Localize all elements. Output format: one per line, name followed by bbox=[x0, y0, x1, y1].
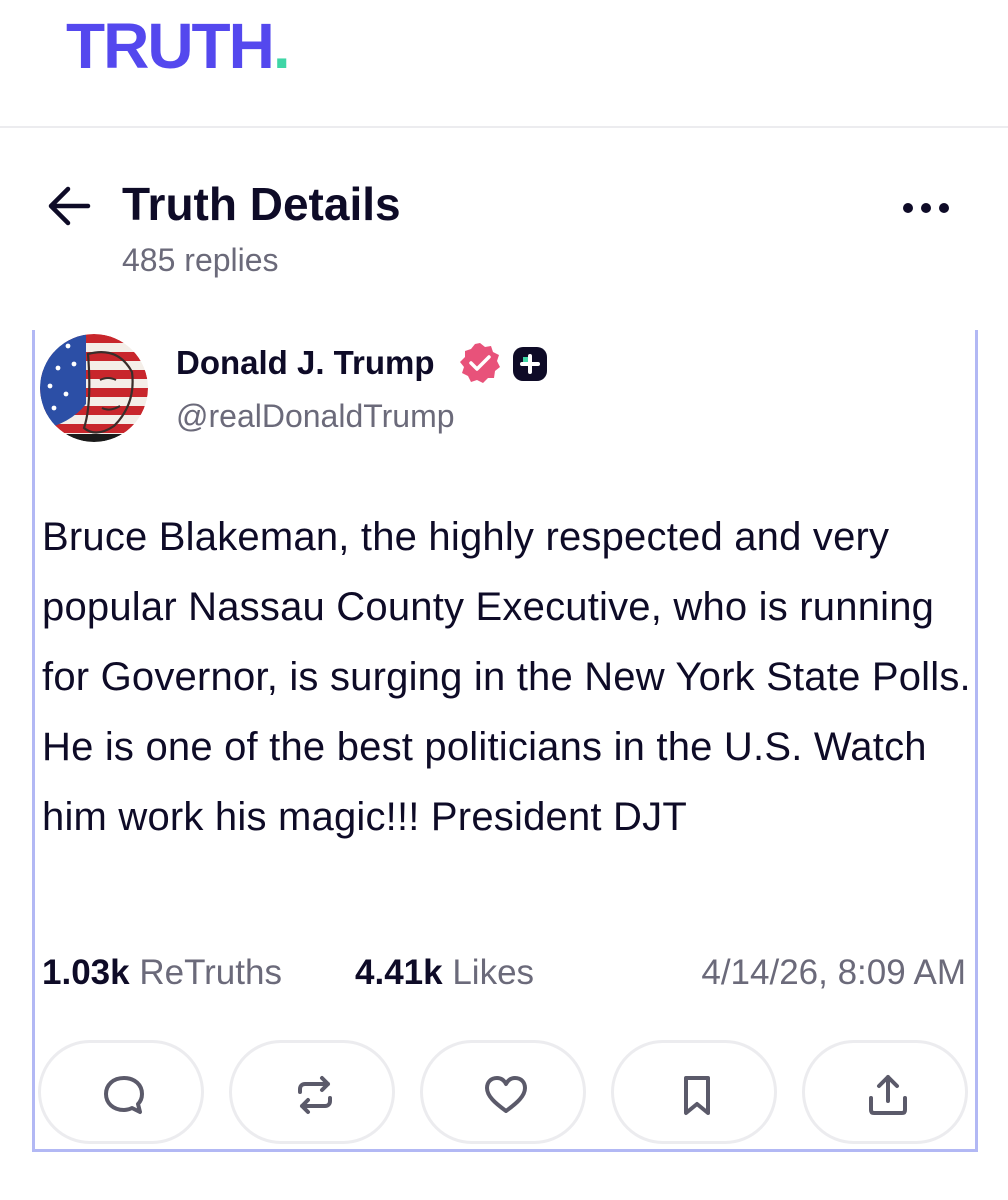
post-text: Bruce Blakeman, the highly respected and… bbox=[42, 515, 971, 839]
truth-plus-icon bbox=[512, 346, 548, 382]
arrow-left-icon bbox=[48, 186, 91, 226]
logo-dot: . bbox=[272, 10, 291, 82]
avatar[interactable] bbox=[40, 334, 148, 442]
page-title: Truth Details bbox=[122, 178, 401, 230]
verified-badge-icon bbox=[458, 341, 502, 385]
retruths-count: 1.03k bbox=[42, 953, 130, 992]
truth-logo[interactable]: TRUTH. bbox=[66, 14, 291, 78]
likes-stat[interactable]: 4.41k Likes bbox=[355, 950, 534, 996]
retruths-stat[interactable]: 1.03k ReTruths bbox=[42, 950, 282, 996]
back-button[interactable] bbox=[44, 183, 94, 229]
like-button[interactable] bbox=[420, 1040, 586, 1144]
retruth-button[interactable] bbox=[229, 1040, 395, 1144]
likes-count: 4.41k bbox=[355, 953, 443, 992]
avatar-image bbox=[40, 334, 148, 442]
bookmark-button[interactable] bbox=[611, 1040, 777, 1144]
share-button[interactable] bbox=[802, 1040, 968, 1144]
retruth-icon bbox=[298, 1076, 332, 1114]
logo-text: TRUTH bbox=[66, 10, 275, 82]
top-bar: TRUTH. bbox=[0, 0, 1008, 128]
share-icon bbox=[869, 1075, 907, 1115]
reply-icon bbox=[104, 1076, 144, 1114]
like-icon bbox=[485, 1076, 527, 1113]
replies-count: 485 replies bbox=[122, 242, 279, 278]
more-options-button[interactable] bbox=[898, 188, 958, 228]
post-timestamp: 4/14/26, 8:09 AM bbox=[701, 953, 966, 992]
author-handle[interactable]: @realDonaldTrump bbox=[176, 396, 455, 436]
author-name[interactable]: Donald J. Trump bbox=[176, 342, 435, 384]
retruths-label: ReTruths bbox=[139, 953, 282, 992]
likes-label: Likes bbox=[452, 953, 535, 992]
more-horizontal-icon bbox=[903, 203, 949, 213]
reply-button[interactable] bbox=[38, 1040, 204, 1144]
post-stats: 1.03k ReTruths 4.41k Likes 4/14/26, 8:09… bbox=[42, 950, 972, 996]
bookmark-icon bbox=[684, 1076, 710, 1115]
